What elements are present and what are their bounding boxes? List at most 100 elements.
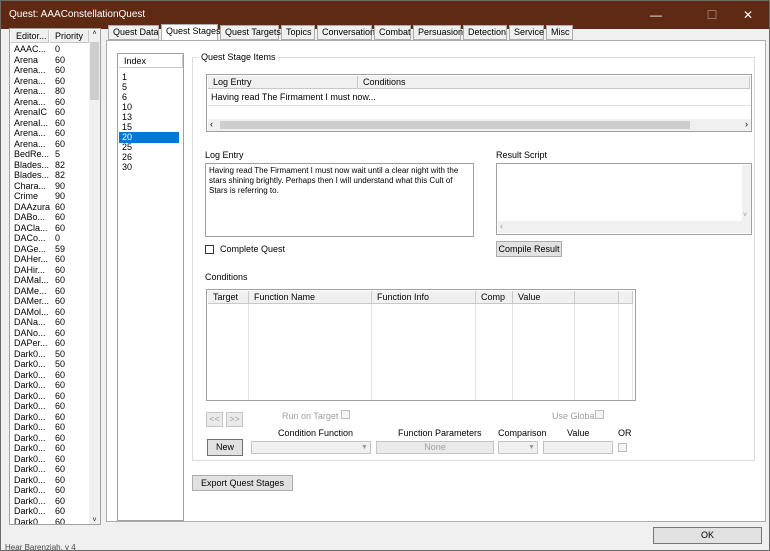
index-item[interactable]: 1 — [119, 72, 179, 83]
tab-persuasion[interactable]: Persuasion — [413, 25, 463, 40]
table-row[interactable]: Dark0... 60 — [12, 485, 88, 496]
table-row[interactable]: DAMal... 60 — [12, 275, 88, 286]
table-row[interactable]: ArenaI... 60 — [12, 118, 88, 129]
table-row[interactable]: Dark0... 50 — [12, 349, 88, 360]
table-row[interactable]: Dark0... 60 — [12, 391, 88, 402]
table-row[interactable]: Arena... 60 — [12, 65, 88, 76]
column-header-value[interactable]: Value — [513, 291, 575, 304]
table-row[interactable]: Dark0... 60 — [12, 380, 88, 391]
complete-quest-checkbox[interactable] — [205, 245, 214, 254]
table-row[interactable]: DABo... 60 — [12, 212, 88, 223]
table-row[interactable]: Blades... 82 — [12, 170, 88, 181]
index-item[interactable]: 26 — [119, 152, 179, 163]
conditions-table[interactable]: Target Function Name Function Info Comp Valu… — [206, 289, 636, 401]
column-header-priority[interactable]: Priority — [50, 30, 89, 43]
table-row[interactable]: Dark0... 60 — [12, 517, 88, 525]
index-item[interactable]: 30 — [119, 162, 179, 173]
table-row[interactable]: DANa... 60 — [12, 317, 88, 328]
tab-combat[interactable]: Combat — [374, 25, 411, 40]
table-row[interactable]: BedRe... 5 — [12, 149, 88, 160]
table-row[interactable]: Arena... 60 — [12, 128, 88, 139]
table-row[interactable]: Arena... 60 — [12, 76, 88, 87]
table-row[interactable]: Crime 90 — [12, 191, 88, 202]
tab-topics[interactable]: Topics — [281, 25, 315, 40]
table-row[interactable]: Dark0... 60 — [12, 370, 88, 381]
table-row[interactable]: Dark0... 60 — [12, 464, 88, 475]
column-header-editor[interactable]: Editor... — [11, 30, 49, 43]
table-row[interactable]: Chara... 90 — [12, 181, 88, 192]
stage-item-row[interactable]: Having read The Firmament I must now... — [211, 92, 376, 103]
table-row[interactable]: DACo... 0 — [12, 233, 88, 244]
index-header[interactable]: Index — [119, 55, 183, 68]
table-row[interactable]: Arena... 60 — [12, 139, 88, 150]
stage-items-hscrollbar[interactable]: ‹ › — [208, 119, 751, 131]
tab-misc[interactable]: Misc — [546, 25, 573, 40]
column-header-log-entry[interactable]: Log Entry — [208, 76, 358, 89]
table-row[interactable]: DAMe... 60 — [12, 286, 88, 297]
table-row[interactable]: DACla... 60 — [12, 223, 88, 234]
column-header-function-info[interactable]: Function Info — [372, 291, 476, 304]
table-row[interactable]: Dark0... 60 — [12, 412, 88, 423]
table-row[interactable]: Dark0... 60 — [12, 496, 88, 507]
table-row[interactable]: Dark0... 60 — [12, 454, 88, 465]
column-header-comp[interactable]: Comp — [476, 291, 513, 304]
table-row[interactable]: DAHir... 60 — [12, 265, 88, 276]
index-item[interactable]: 20 — [119, 132, 179, 143]
table-row[interactable]: DAMol... 60 — [12, 307, 88, 318]
stage-items-table[interactable]: Log Entry Conditions Having read The Fir… — [206, 74, 752, 132]
table-row[interactable]: Dark0... 60 — [12, 401, 88, 412]
condition-function-select[interactable]: ▼ — [251, 441, 371, 454]
index-item[interactable]: 15 — [119, 122, 179, 133]
scroll-left-icon[interactable]: ‹ — [500, 221, 503, 231]
tab-service[interactable]: Service — [509, 25, 544, 40]
compile-result-button[interactable]: Compile Result — [496, 241, 562, 257]
scroll-left-icon[interactable]: ‹ — [210, 119, 213, 129]
minimize-icon[interactable]: — — [633, 1, 679, 29]
table-row[interactable]: DAGe... 59 — [12, 244, 88, 255]
tab-quest-targets[interactable]: Quest Targets — [220, 25, 281, 40]
table-row[interactable]: DAMer... 60 — [12, 296, 88, 307]
table-row[interactable]: Arena 60 — [12, 55, 88, 66]
export-quest-stages-button[interactable]: Export Quest Stages — [192, 475, 293, 491]
index-item[interactable]: 5 — [119, 82, 179, 93]
table-row[interactable]: DANo... 60 — [12, 328, 88, 339]
table-row[interactable]: Blades... 82 — [12, 160, 88, 171]
value-input[interactable] — [543, 441, 613, 454]
table-row[interactable]: DAPer... 60 — [12, 338, 88, 349]
column-header-conditions[interactable]: Conditions — [358, 76, 750, 89]
scroll-thumb[interactable] — [220, 121, 690, 129]
table-row[interactable]: Arena... 60 — [12, 97, 88, 108]
table-row[interactable]: Dark0... 60 — [12, 443, 88, 454]
table-row[interactable]: Arena... 80 — [12, 86, 88, 97]
table-row[interactable]: DAHer... 60 — [12, 254, 88, 265]
function-parameters-button[interactable]: None — [376, 441, 494, 454]
scroll-down-icon[interactable]: ˅ — [743, 212, 747, 219]
next-condition-button[interactable]: >> — [226, 412, 243, 427]
use-global-checkbox[interactable] — [595, 410, 604, 419]
tab-conversation[interactable]: Conversation — [317, 25, 375, 40]
tab-quest-stages[interactable]: Quest Stages — [161, 24, 221, 41]
result-script-hscrollbar[interactable]: ‹ — [498, 221, 742, 233]
index-item[interactable]: 13 — [119, 112, 179, 123]
comparison-select[interactable]: ▼ — [498, 441, 538, 454]
column-header-extra-1[interactable] — [575, 291, 619, 304]
scroll-down-icon[interactable]: ˅ — [90, 517, 99, 524]
result-script-vscrollbar[interactable]: ˅ — [742, 165, 751, 233]
table-row[interactable]: Dark0... 60 — [12, 422, 88, 433]
tab-quest-data[interactable]: Quest Data — [108, 25, 159, 40]
column-header-function-name[interactable]: Function Name — [249, 291, 372, 304]
quest-list-scrollbar[interactable]: ˄ ˅ — [89, 30, 100, 524]
index-item[interactable]: 10 — [119, 102, 179, 113]
log-entry-textbox[interactable]: Having read The Firmament I must now wai… — [205, 163, 474, 237]
index-item[interactable]: 6 — [119, 92, 179, 103]
index-item[interactable]: 25 — [119, 142, 179, 153]
table-row[interactable]: DAAzura 60 — [12, 202, 88, 213]
scroll-right-icon[interactable]: › — [745, 119, 748, 129]
table-row[interactable]: Dark0... 50 — [12, 359, 88, 370]
column-header-extra-2[interactable] — [619, 291, 633, 304]
table-row[interactable]: ArenaIC 60 — [12, 107, 88, 118]
column-header-target[interactable]: Target — [208, 291, 249, 304]
table-row[interactable]: AAAC... 0 — [12, 44, 88, 55]
table-row[interactable]: Dark0... 60 — [12, 506, 88, 517]
scroll-thumb[interactable] — [90, 42, 99, 100]
